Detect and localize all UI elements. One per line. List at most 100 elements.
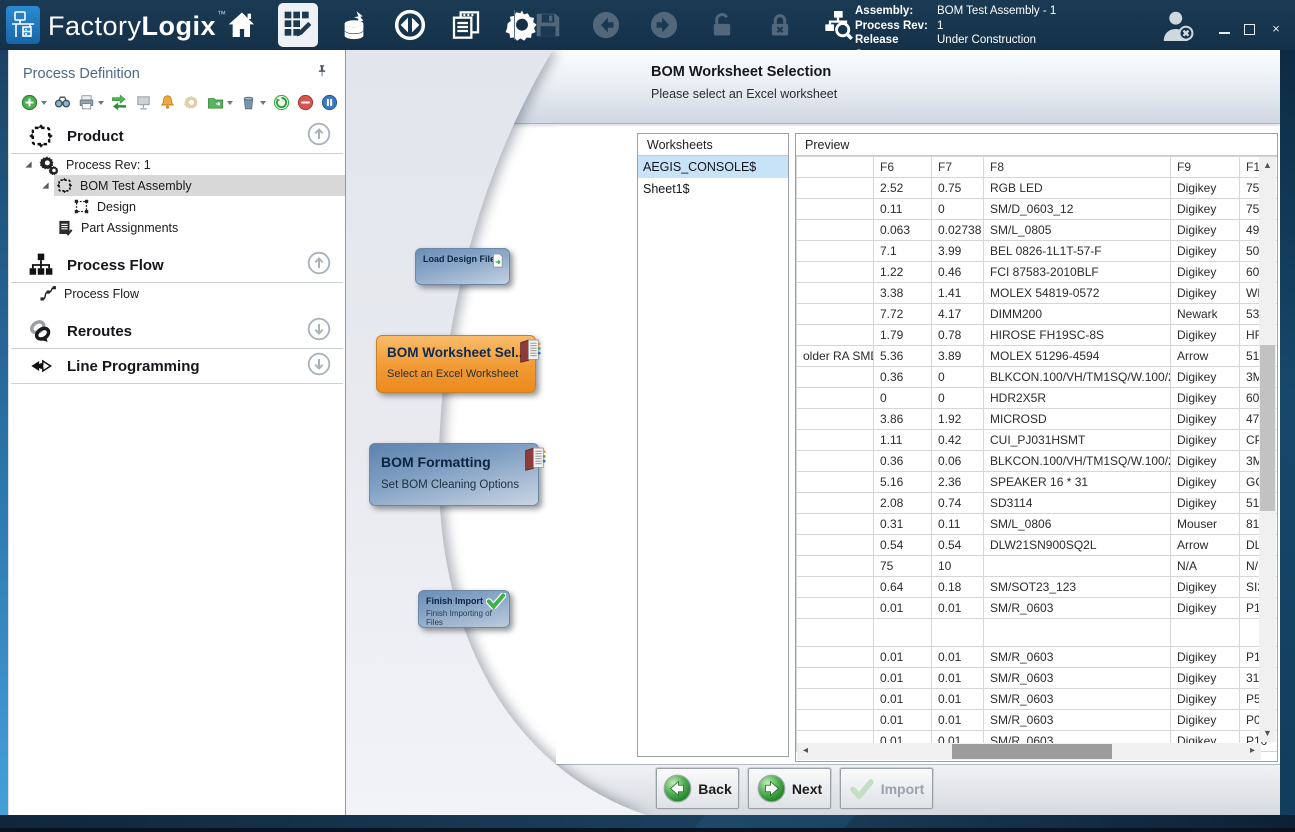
table-row[interactable]: 3.861.92MICROSDDigikey478 [797,409,1279,430]
reports-icon[interactable] [446,3,486,47]
pause-icon[interactable] [321,94,338,111]
dropdown-caret-icon[interactable] [260,101,266,105]
dropdown-caret-icon[interactable] [98,101,104,105]
bell-icon[interactable] [159,94,176,111]
up-circle-icon[interactable] [307,251,331,280]
section-reroutes[interactable]: Reroutes [9,314,345,348]
table-row[interactable]: 2.080.74SD3114Digikey513 [797,493,1279,514]
user-account-icon[interactable] [1160,8,1196,44]
expander-icon[interactable] [23,160,33,169]
vertical-scroll-thumb[interactable] [1260,345,1275,511]
tree-item-label: Process Rev: 1 [66,156,157,174]
table-row[interactable]: 0.110SM/D_0603_12Digikey754 [797,199,1279,220]
table-row[interactable]: 00HDR2X5RDigikey609 [797,388,1279,409]
cell [984,556,1171,577]
transfer-icon[interactable] [390,3,430,47]
scroll-up-icon[interactable]: ▲ [1259,157,1276,174]
table-row[interactable]: 0.010.01SM/R_0603DigikeyP51 [797,689,1279,710]
bom-book-icon [516,338,543,368]
cell: 3.86 [874,409,932,430]
table-row[interactable]: 0.360BLKCON.100/VH/TM1SQ/W.100/2Digikey3… [797,367,1279,388]
table-row[interactable]: 0.010.01SM/R_0603DigikeyP15 [797,647,1279,668]
pin-icon[interactable] [315,63,329,84]
column-header[interactable]: F7 [932,157,984,178]
table-row[interactable]: 0.310.11SM/L_0806Mouser81- [797,514,1279,535]
preview-vertical-scrollbar[interactable]: ▲ ▼ [1259,157,1276,742]
table-row[interactable]: 3.381.41MOLEX 54819-0572DigikeyWM [797,283,1279,304]
back-button[interactable]: Back [656,768,739,809]
expander-icon[interactable] [40,181,50,190]
worksheet-item-aegis-console[interactable]: AEGIS_CONSOLE$ [638,156,788,178]
table-row[interactable]: 0.540.54DLW21SN900SQ2LArrowDL [797,535,1279,556]
table-row[interactable]: 7510N/AN/ [797,556,1279,577]
close-icon[interactable]: × [1269,22,1283,36]
worksheet-item-sheet1[interactable]: Sheet1$ [638,178,788,200]
tree-item-process-rev-1[interactable]: Process Rev: 1 [9,154,345,175]
find-binoculars-icon[interactable] [54,94,71,111]
table-row[interactable]: 0.010.01SM/R_0603Digikey311 [797,668,1279,689]
table-row[interactable]: 2.520.75RGB LEDDigikey754 [797,178,1279,199]
next-button[interactable]: Next [748,768,831,809]
stop-icon[interactable] [297,94,314,111]
cell [797,283,874,304]
minimize-icon[interactable] [1219,25,1230,34]
delete-bucket-icon[interactable] [240,94,266,111]
tree-item-label: Part Assignments [81,219,184,237]
cell [1171,619,1240,647]
wizard-step-bom-worksheet-sel[interactable]: BOM Worksheet Sel...Select an Excel Work… [376,335,536,393]
wizard-step-bom-formatting[interactable]: BOM FormattingSet BOM Cleaning Options [369,443,539,506]
table-row[interactable]: 1.220.46FCI 87583-2010BLFDigikey609 [797,262,1279,283]
wizard-step-finish-import[interactable]: Finish ImportFinish Importing of Files [418,590,510,628]
database-import-icon[interactable] [334,3,374,47]
section-line-programming[interactable]: Line Programming [9,349,345,383]
tree-item-part-assignments[interactable]: Part Assignments [9,217,345,238]
table-row[interactable]: older RA SMD5.363.89MOLEX 51296-4594Arro… [797,346,1279,367]
table-row[interactable]: 0.010.01SM/R_0603DigikeyP10 [797,598,1279,619]
dropdown-caret-icon[interactable] [227,101,233,105]
tree-item-design[interactable]: Design [9,196,345,217]
cell: Digikey [1171,262,1240,283]
column-header[interactable]: F9 [1171,157,1240,178]
horizontal-scroll-thumb[interactable] [952,744,1112,759]
table-row[interactable] [797,619,1279,647]
print-icon[interactable] [78,94,104,111]
wizard-step-load-design-files[interactable]: Load Design Files [415,248,510,285]
up-circle-icon[interactable] [307,122,331,151]
cell: 0.54 [874,535,932,556]
scroll-left-icon[interactable]: ◂ [797,743,814,760]
exchange-icon[interactable] [111,94,128,111]
section-process-flow[interactable]: Process Flow [9,248,345,282]
section-product[interactable]: Product [9,119,345,153]
maximize-icon[interactable] [1244,24,1255,35]
column-header[interactable]: F8 [984,157,1171,178]
scroll-down-icon[interactable]: ▼ [1259,725,1276,742]
table-row[interactable]: 0.010.01SM/R_0603DigikeyP0. [797,710,1279,731]
presenter-icon[interactable] [135,94,152,111]
share-folder-icon[interactable] [207,94,233,111]
table-row[interactable]: 0.0630.02738SM/L_0805Digikey490 [797,220,1279,241]
flow-search-icon[interactable] [818,3,858,47]
scroll-right-icon[interactable]: ▸ [1244,743,1261,760]
back-sphere-icon [663,774,692,803]
table-row[interactable]: 0.360.06BLKCON.100/VH/TM1SQ/W.100/2Digik… [797,451,1279,472]
add-icon[interactable] [21,94,47,111]
dropdown-caret-icon[interactable] [41,101,47,105]
gear-muted-icon[interactable] [183,94,200,111]
table-row[interactable]: 0.640.18SM/SOT23_123DigikeySI2 [797,577,1279,598]
process-definition-icon[interactable] [278,3,318,47]
down-circle-icon[interactable] [307,317,331,346]
tree-item-bom-test-assembly[interactable]: BOM Test Assembly [9,175,345,196]
down-circle-icon[interactable] [307,352,331,381]
table-row[interactable]: 1.110.42CUI_PJ031HSMTDigikeyCP [797,430,1279,451]
table-row[interactable]: 7.724.17DIMM200Newark53B [797,304,1279,325]
cell: HIROSE FH19SC-8S [984,325,1171,346]
preview-horizontal-scrollbar[interactable]: ◂ ▸ [797,743,1261,760]
tree-item-process-flow[interactable]: Process Flow [9,283,345,304]
table-row[interactable]: 1.790.78HIROSE FH19SC-8SDigikeyHF [797,325,1279,346]
column-header[interactable] [797,157,874,178]
refresh-icon[interactable] [273,94,290,111]
table-row[interactable]: 7.13.99BEL 0826-1L1T-57-FDigikey507 [797,241,1279,262]
column-header[interactable]: F6 [874,157,932,178]
home-icon[interactable] [222,3,262,47]
table-row[interactable]: 5.162.36SPEAKER 16 * 31DigikeyGC [797,472,1279,493]
